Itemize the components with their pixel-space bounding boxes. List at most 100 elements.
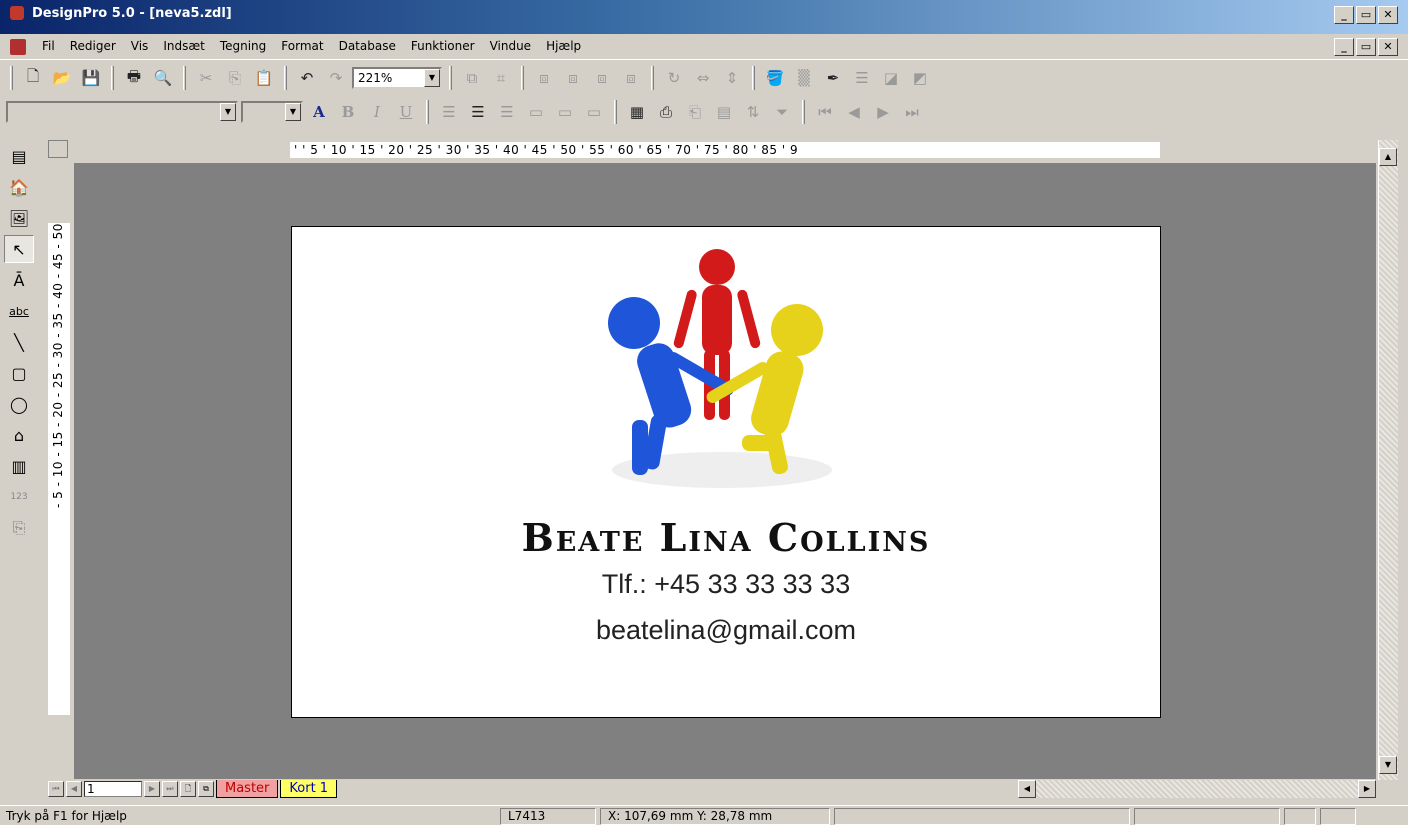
open-folder-icon[interactable]: 📂 <box>49 65 75 91</box>
align-bottom-icon[interactable]: ▭ <box>581 99 607 125</box>
people-circle-image[interactable] <box>592 245 852 495</box>
bold-icon[interactable]: B <box>335 99 361 125</box>
scroll-down-icon[interactable]: ▼ <box>1379 756 1397 774</box>
image-frame-icon[interactable]: ◩ <box>907 65 933 91</box>
copy-page-icon[interactable]: ⧉ <box>198 781 214 797</box>
align-left-icon[interactable]: ☰ <box>436 99 462 125</box>
font-color-icon[interactable]: A <box>306 99 332 125</box>
menu-fil[interactable]: Fil <box>40 39 57 53</box>
undo-icon[interactable]: ↶ <box>294 65 320 91</box>
special-tool-icon[interactable]: ⎘ <box>4 514 34 542</box>
italic-icon[interactable]: I <box>364 99 390 125</box>
last-page-icon[interactable]: ⏭ <box>162 781 178 797</box>
maximize-button[interactable]: ▭ <box>1356 6 1376 24</box>
shadow-icon[interactable]: ◪ <box>878 65 904 91</box>
horizontal-scrollbar[interactable]: ◀ ▶ <box>1018 780 1376 798</box>
title-bar[interactable]: DesignPro 5.0 - [neva5.zdl] _ ▭ ✕ <box>0 0 1408 34</box>
last-record-icon[interactable]: ⏭ <box>899 99 925 125</box>
ruler-corner[interactable] <box>48 140 68 158</box>
app-icon[interactable] <box>10 6 24 20</box>
tab-kort-1[interactable]: Kort 1 <box>280 780 338 798</box>
text-tool-icon[interactable]: abc <box>4 297 34 325</box>
close-button[interactable]: ✕ <box>1378 6 1398 24</box>
next-record-icon[interactable]: ▶ <box>870 99 896 125</box>
font-size-select[interactable]: ▼ <box>241 101 303 123</box>
line-style-icon[interactable]: ☰ <box>849 65 875 91</box>
tab-master[interactable]: Master <box>216 780 279 798</box>
print-preview-icon[interactable]: 🔍 <box>150 65 176 91</box>
business-card[interactable]: Beate Lina Collins Tlf.: +45 33 33 33 33… <box>291 226 1161 718</box>
database-icon[interactable]: ▦ <box>624 99 650 125</box>
ellipse-tool-icon[interactable]: ◯ <box>4 390 34 418</box>
card-email-text[interactable]: beatelina@gmail.com <box>292 615 1160 646</box>
object-list-icon[interactable]: ▤ <box>4 142 34 170</box>
picture-icon[interactable]: 🖼 <box>4 204 34 232</box>
menu-indsaet[interactable]: Indsæt <box>161 39 207 53</box>
paste-icon[interactable]: 📋 <box>251 65 277 91</box>
pen-icon[interactable]: ✒ <box>820 65 846 91</box>
filter-icon[interactable]: ⏷ <box>769 99 795 125</box>
send-back-icon[interactable]: ⧈ <box>560 65 586 91</box>
menu-database[interactable]: Database <box>337 39 398 53</box>
select-pointer-icon[interactable]: ↖ <box>4 235 34 263</box>
merge-icon[interactable]: ⎙ <box>653 99 679 125</box>
clipart-icon[interactable]: 🏠 <box>4 173 34 201</box>
zoom-select[interactable]: 221% ▼ <box>352 67 442 89</box>
crop-icon[interactable]: ⌗ <box>488 65 514 91</box>
numbering-tool-icon[interactable]: 123 <box>4 483 34 511</box>
line-tool-icon[interactable]: ╲ <box>4 328 34 356</box>
menu-rediger[interactable]: Rediger <box>68 39 118 53</box>
bring-front-icon[interactable]: ⧈ <box>531 65 557 91</box>
first-page-icon[interactable]: ⏮ <box>48 781 64 797</box>
menu-vindue[interactable]: Vindue <box>488 39 534 53</box>
document-icon[interactable] <box>10 39 26 55</box>
doc-close-button[interactable]: ✕ <box>1378 38 1398 56</box>
page-number-input[interactable]: 1 <box>84 781 142 797</box>
fill-bucket-icon[interactable]: 🪣 <box>762 65 788 91</box>
font-name-select[interactable]: ▼ <box>6 101 238 123</box>
menu-hjaelp[interactable]: Hjælp <box>544 39 583 53</box>
menu-vis[interactable]: Vis <box>129 39 151 53</box>
save-icon[interactable]: 💾 <box>78 65 104 91</box>
new-page-icon[interactable]: 🗋 <box>180 781 196 797</box>
new-file-icon[interactable]: 🗋 <box>20 65 46 91</box>
flip-horizontal-icon[interactable]: ⇔ <box>690 65 716 91</box>
toolbar-grip[interactable] <box>10 66 13 90</box>
barcode-tool-icon[interactable]: ▥ <box>4 452 34 480</box>
underline-icon[interactable]: U <box>393 99 419 125</box>
doc-restore-button[interactable]: ▭ <box>1356 38 1376 56</box>
copy-icon[interactable]: ⎘ <box>222 65 248 91</box>
redo-icon[interactable]: ↷ <box>323 65 349 91</box>
rotate-icon[interactable]: ↻ <box>661 65 687 91</box>
polygon-tool-icon[interactable]: ⌂ <box>4 421 34 449</box>
scroll-up-icon[interactable]: ▲ <box>1379 148 1397 166</box>
first-record-icon[interactable]: ⏮ <box>812 99 838 125</box>
align-middle-icon[interactable]: ▭ <box>552 99 578 125</box>
flip-vertical-icon[interactable]: ⇕ <box>719 65 745 91</box>
minimize-button[interactable]: _ <box>1334 6 1354 24</box>
align-right-icon[interactable]: ☰ <box>494 99 520 125</box>
menu-funktioner[interactable]: Funktioner <box>409 39 477 53</box>
rectangle-tool-icon[interactable]: ▢ <box>4 359 34 387</box>
chevron-down-icon[interactable]: ▼ <box>220 103 236 121</box>
backward-icon[interactable]: ⧈ <box>618 65 644 91</box>
chevron-down-icon[interactable]: ▼ <box>424 69 440 87</box>
next-page-icon[interactable]: ▶ <box>144 781 160 797</box>
card-phone-text[interactable]: Tlf.: +45 33 33 33 33 <box>292 569 1160 600</box>
scroll-right-icon[interactable]: ▶ <box>1358 780 1376 798</box>
text-box-icon[interactable]: Ā <box>4 266 34 294</box>
forward-icon[interactable]: ⧈ <box>589 65 615 91</box>
cut-icon[interactable]: ✂ <box>193 65 219 91</box>
chevron-down-icon[interactable]: ▼ <box>285 103 301 121</box>
table-icon[interactable]: ▤ <box>711 99 737 125</box>
previous-record-icon[interactable]: ◀ <box>841 99 867 125</box>
scroll-left-icon[interactable]: ◀ <box>1018 780 1036 798</box>
menu-tegning[interactable]: Tegning <box>218 39 268 53</box>
vertical-scrollbar[interactable]: ▲ ▼ <box>1378 140 1398 780</box>
align-center-icon[interactable]: ☰ <box>465 99 491 125</box>
print-icon[interactable]: 🖶 <box>121 65 147 91</box>
menu-format[interactable]: Format <box>279 39 325 53</box>
group-icon[interactable]: ⧉ <box>459 65 485 91</box>
doc-minimize-button[interactable]: _ <box>1334 38 1354 56</box>
field-icon[interactable]: ⎗ <box>682 99 708 125</box>
